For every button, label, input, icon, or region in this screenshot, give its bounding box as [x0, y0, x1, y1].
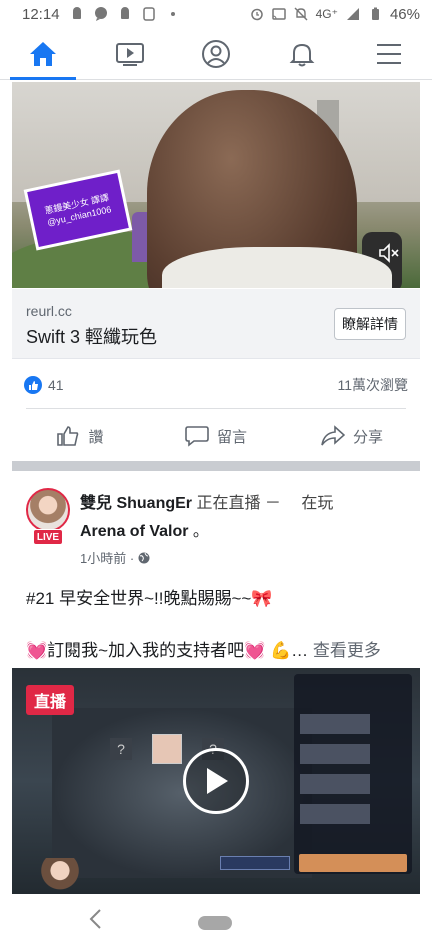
live-status: 正在直播 － 在玩 [192, 495, 334, 512]
nav-profile[interactable] [173, 28, 259, 79]
ad-video[interactable]: 蔥鏝美少女 譯譯 @yu_chian1006 [12, 82, 420, 288]
profile-icon [202, 39, 231, 68]
link-title: Swift 3 輕纖玩色 [26, 327, 158, 347]
like-label: 讚 [88, 428, 104, 446]
menu-icon [376, 43, 401, 64]
timestamp-text: 1小時前 · [80, 551, 135, 566]
system-navigation-bar [0, 894, 432, 950]
play-button[interactable] [183, 748, 249, 814]
signal-icon [346, 8, 359, 20]
link-domain: reurl.cc [26, 303, 72, 319]
status-time: 12:14 [22, 5, 60, 23]
game-friend-row [300, 744, 370, 764]
view-count: 11萬次瀏覽 [337, 377, 408, 393]
nav-watch[interactable] [86, 28, 172, 79]
battery-label: 46% [389, 5, 420, 23]
game-scene [52, 708, 312, 878]
post-timestamp[interactable]: 1小時前 · [80, 548, 150, 567]
home-icon [30, 41, 57, 66]
battery-icon [371, 7, 379, 20]
live-video[interactable]: ? ? 直播 [12, 668, 420, 894]
game-mode-selector [220, 856, 290, 870]
android-icon-2 [120, 7, 129, 19]
share-button[interactable]: 分享 [284, 414, 420, 458]
like-button[interactable]: 讚 [12, 414, 148, 458]
live-tag: 直播 [26, 685, 75, 715]
divider [26, 408, 406, 409]
header-period: 。 [188, 523, 209, 540]
game-name[interactable]: Arena of Valor [80, 523, 188, 540]
app-root: { "status_bar": { "time": "12:14", "netw… [0, 0, 432, 950]
volume-muted-icon[interactable] [378, 242, 400, 264]
post-actions: 讚 留言 分享 [12, 414, 420, 458]
learn-more-button[interactable]: 瞭解詳情 [334, 308, 406, 340]
dot-icon [170, 12, 175, 16]
play-icon [207, 768, 228, 794]
mute-notification-icon [294, 7, 308, 21]
bell-icon [290, 43, 315, 66]
comment-label: 留言 [216, 428, 247, 446]
network-label: 4G⁺ [315, 7, 338, 21]
game-start-button [299, 854, 407, 872]
reaction-count: 41 [48, 377, 64, 393]
streamer-avatar [40, 858, 80, 894]
game-slot-unknown-1: ? [110, 738, 132, 760]
video-subject-shirt [162, 247, 392, 288]
video-icon [115, 42, 144, 66]
see-more-link[interactable]: 查看更多 [308, 641, 381, 660]
android-icon [72, 7, 81, 19]
reaction-summary[interactable]: 41 11萬次瀏覽 [12, 367, 420, 403]
link-preview[interactable]: reurl.cc Swift 3 輕纖玩色 瞭解詳情 [12, 289, 420, 359]
nav-home[interactable] [0, 28, 86, 80]
post-text-line2: 💓訂閱我~加入我的支持者吧💓 💪… 查看更多 [26, 636, 416, 661]
game-friend-row [300, 714, 370, 734]
game-friend-row [300, 804, 370, 824]
game-character-portrait [152, 734, 182, 764]
live-badge: LIVE [33, 529, 63, 545]
cast-icon [271, 8, 286, 20]
feed-separator [12, 461, 420, 471]
nav-menu[interactable] [346, 28, 432, 79]
comment-button[interactable]: 留言 [148, 414, 284, 458]
post-header: 雙兒 ShuangEr 正在直播 － 在玩 Arena of Valor 。 [80, 490, 410, 546]
nav-notifications[interactable] [259, 28, 345, 79]
home-gesture-pill[interactable] [198, 916, 232, 930]
comment-icon [185, 426, 209, 447]
share-label: 分享 [352, 428, 383, 446]
post-text-line2-content: 💓訂閱我~加入我的支持者吧💓 💪… [26, 641, 309, 660]
back-icon[interactable] [88, 908, 104, 930]
post-text-line1: #21 早安全世界~!!晚點賜賜~~🎀 [26, 589, 273, 608]
share-icon [321, 425, 345, 446]
app-notification-icon [142, 7, 155, 21]
message-icon [94, 7, 107, 21]
game-friends-panel [294, 674, 412, 874]
avatar[interactable] [26, 488, 70, 532]
game-friend-row [300, 774, 370, 794]
top-navigation [0, 28, 432, 80]
globe-icon [138, 552, 150, 563]
alarm-icon [250, 8, 263, 21]
thumbs-up-icon [57, 426, 79, 446]
status-bar: 12:14 4G⁺ 46% [0, 0, 432, 28]
author-name[interactable]: 雙兒 ShuangEr [80, 495, 192, 512]
like-reaction-icon [24, 376, 42, 394]
